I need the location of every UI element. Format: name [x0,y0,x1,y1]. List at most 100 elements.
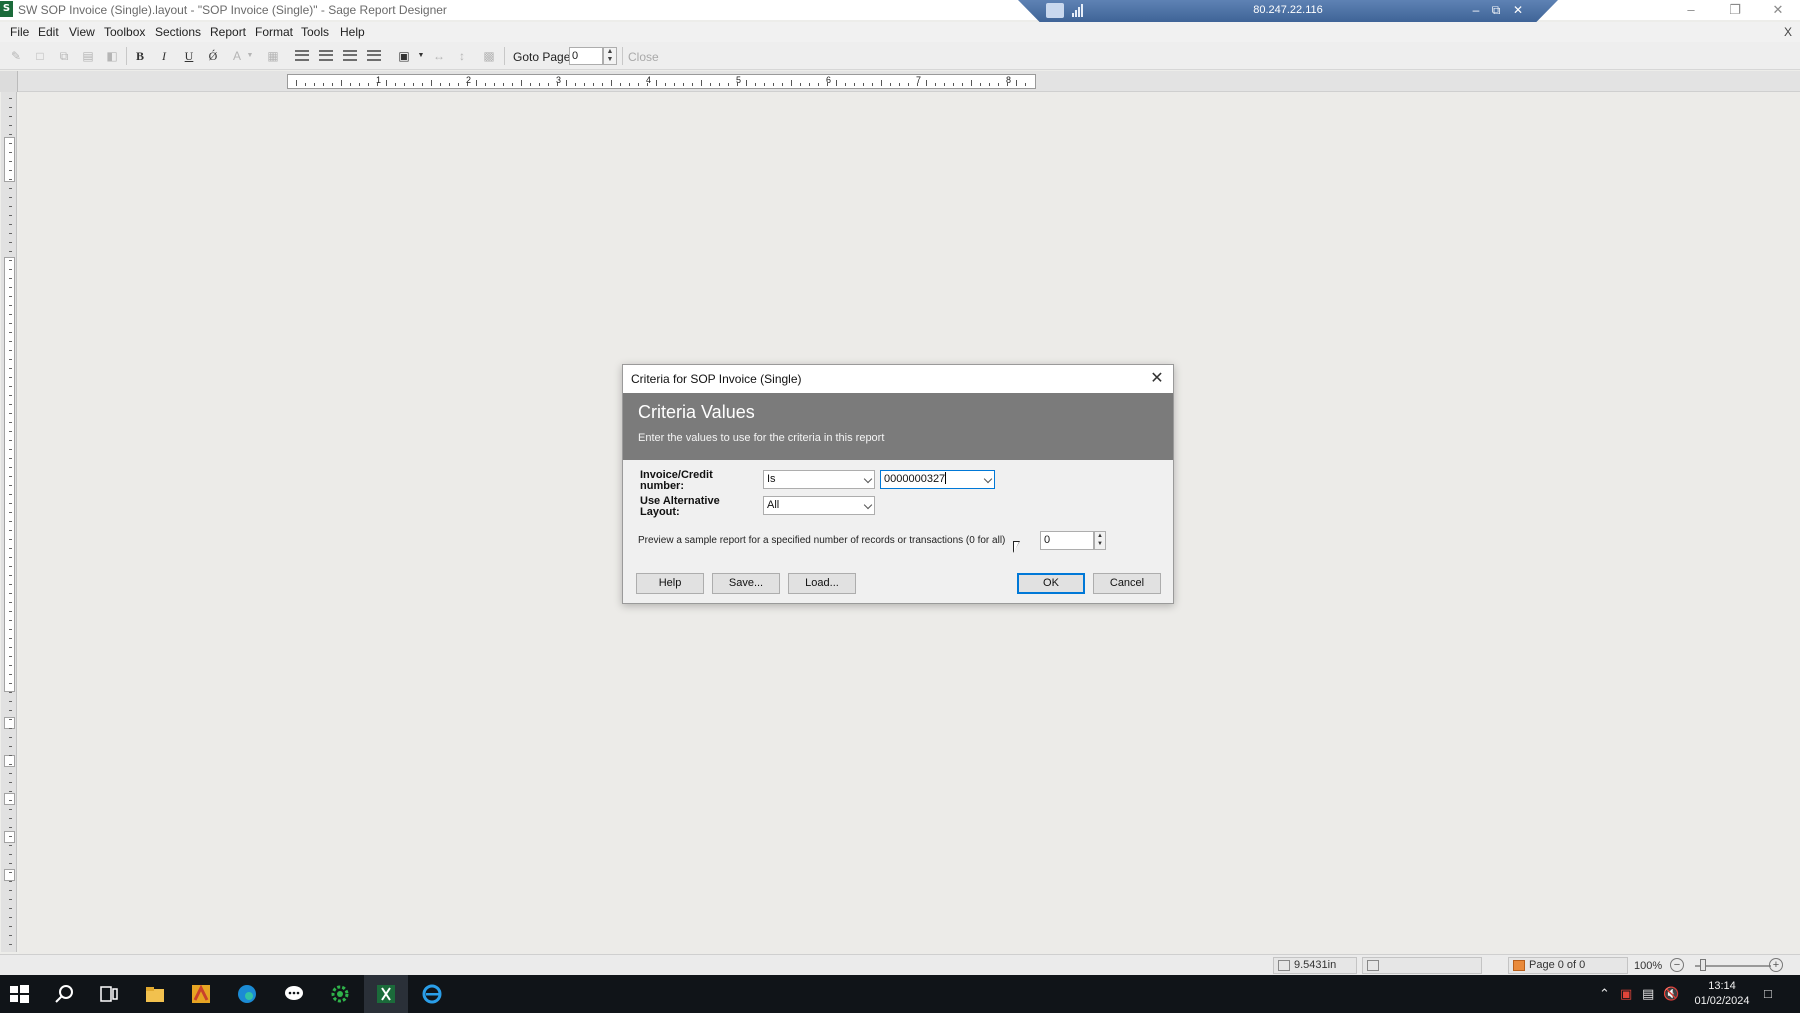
minimize-button[interactable]: – [1674,1,1708,19]
restore-button[interactable]: ❐ [1718,1,1752,19]
menu-format[interactable]: Format [255,25,293,39]
internet-explorer-icon[interactable] [421,983,443,1005]
zoom-slider-track[interactable] [1695,965,1771,967]
ruler-tick [9,530,12,531]
section-marker[interactable] [4,755,15,767]
ruler-tick [683,83,684,86]
menu-report[interactable]: Report [210,25,246,39]
new-page-icon[interactable]: □ [31,48,49,64]
strikethrough-button[interactable]: Ǿ [204,48,222,64]
menu-help[interactable]: Help [340,25,365,39]
close-document-button[interactable]: X [1784,25,1792,39]
ok-button[interactable]: OK [1017,573,1085,594]
ruler-tick [9,359,12,360]
zoom-out-icon[interactable]: − [1670,958,1684,972]
ruler-tick [9,818,12,819]
justify-icon[interactable] [367,50,381,61]
format-painter-icon[interactable]: ◧ [103,48,121,64]
security-alert-icon[interactable]: ▣ [1620,986,1632,1002]
alternative-layout-select[interactable]: All [763,496,875,515]
rdp-close-button[interactable]: ✕ [1508,2,1528,18]
italic-button[interactable]: I [155,48,173,64]
dialog-close-icon[interactable]: ✕ [1145,367,1169,391]
ruler-tick [9,233,12,234]
file-explorer-icon[interactable] [144,983,166,1005]
ruler-tick [9,305,12,306]
settings-gear-icon[interactable] [329,983,351,1005]
search-icon[interactable] [53,983,75,1005]
copy-icon[interactable]: ⧉ [55,48,73,64]
grid-icon[interactable]: ▦ [264,48,282,64]
goto-page-spinner[interactable]: ▲ ▼ [603,47,617,65]
rdp-minimize-button[interactable]: – [1466,2,1486,18]
ruler-tick [863,83,864,86]
zoom-in-icon[interactable]: + [1769,958,1783,972]
section-marker[interactable] [4,831,15,843]
load-button[interactable]: Load... [788,573,856,594]
page-icon [1513,960,1525,971]
align-center-icon[interactable] [319,50,333,61]
preview-records-input[interactable]: 0 [1040,531,1094,550]
menu-file[interactable]: File [10,25,29,39]
menu-edit[interactable]: Edit [38,25,59,39]
goto-page-input[interactable]: 0 [569,47,603,65]
notifications-icon[interactable]: □ [1764,986,1772,1001]
page-width-icon[interactable]: ↔ [430,48,448,64]
ruler-tick [908,83,909,86]
help-button[interactable]: Help [636,573,704,594]
report-designer-taskbar-icon[interactable] [375,983,397,1005]
zoom-slider-thumb[interactable] [1700,959,1706,971]
close-window-button[interactable]: ✕ [1761,1,1795,19]
sage-accounts-icon[interactable] [190,983,212,1005]
align-right-icon[interactable] [343,50,357,61]
ruler-tick [341,80,342,86]
zoom-fit-icon[interactable]: ▣ [395,48,413,64]
menu-view[interactable]: View [69,25,95,39]
bold-button[interactable]: B [131,48,149,64]
menu-sections[interactable]: Sections [155,25,201,39]
align-left-icon[interactable] [295,50,309,61]
ruler-tick [413,83,414,86]
page-height-icon[interactable]: ↕ [453,48,471,64]
preview-records-spinner[interactable]: ▲ ▼ [1094,531,1106,550]
spin-down-icon[interactable]: ▼ [1095,540,1105,548]
edge-browser-icon[interactable] [236,983,258,1005]
invoice-number-input[interactable]: 0000000327 [880,470,995,489]
criteria-dialog: Criteria for SOP Invoice (Single) ✕ Crit… [622,364,1174,604]
page-count-pane: Page 0 of 0 [1508,957,1628,974]
ruler-tick [9,350,12,351]
show-hidden-icons-chevron[interactable]: ⌃ [1599,986,1610,1002]
chevron-down-icon [983,474,993,484]
ruler-tick [9,926,12,927]
whole-page-icon[interactable]: ▩ [480,48,498,64]
underline-button[interactable]: U [180,48,198,64]
network-icon[interactable]: ▤ [1642,986,1654,1002]
menu-toolbox[interactable]: Toolbox [104,25,145,39]
section-marker[interactable] [4,869,15,881]
invoice-operator-select[interactable]: Is [763,470,875,489]
rdp-restore-button[interactable]: ⧉ [1486,2,1506,18]
text-caret [945,472,947,484]
ruler-tick [9,935,12,936]
close-preview-button[interactable]: Close [628,50,659,64]
task-view-icon[interactable] [98,983,120,1005]
windows-start-icon[interactable] [8,983,30,1005]
ruler-tick [953,83,954,86]
font-color-dropdown-icon[interactable]: ▼ [241,48,259,64]
chat-app-icon[interactable] [283,983,305,1005]
zoom-dropdown-icon[interactable]: ▼ [412,48,430,64]
save-button[interactable]: Save... [712,573,780,594]
section-marker[interactable] [4,793,15,805]
paste-icon[interactable]: ▤ [79,48,97,64]
pointer-tool-icon[interactable]: ✎ [7,48,25,64]
menu-tools[interactable]: Tools [301,25,329,39]
spin-up-icon[interactable]: ▲ [1095,532,1105,540]
ruler-tick [359,83,360,86]
cancel-button[interactable]: Cancel [1093,573,1161,594]
volume-muted-icon[interactable]: 🔇 [1663,986,1679,1002]
system-clock[interactable]: 13:14 01/02/2024 [1682,979,1762,1009]
ruler-tick [9,422,12,423]
ruler-tick [9,800,12,801]
ruler-tick [9,584,12,585]
ruler-tick [998,83,999,86]
